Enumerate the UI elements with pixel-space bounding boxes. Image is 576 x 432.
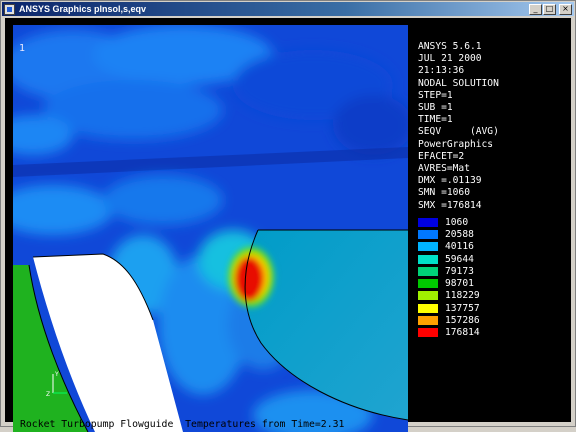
window-title: ANSYS Graphics plnsol,s,eqv (19, 4, 147, 14)
info-panel: ANSYS 5.6.1 JUL 21 2000 21:13:36 NODAL S… (418, 41, 499, 212)
legend-value: 20588 (445, 228, 474, 240)
minimize-button[interactable]: _ (529, 3, 542, 15)
legend-value: 118229 (445, 290, 480, 302)
legend-row: 157286 (418, 314, 480, 326)
app-icon (4, 3, 15, 15)
legend-value: 157286 (445, 315, 480, 327)
triad-y-label: Y (54, 371, 59, 378)
info-line: JUL 21 2000 (418, 53, 482, 65)
legend-swatch (418, 279, 438, 289)
legend-value: 40116 (445, 241, 474, 253)
legend-swatch (418, 316, 438, 326)
plot-caption: Rocket Turbopump Flowguide Temperatures … (20, 419, 345, 430)
window-controls: _ □ × (528, 3, 572, 15)
info-line: 21:13:36 (418, 65, 465, 77)
info-line: SMX =176814 (418, 199, 482, 211)
triad-z-label: Z (46, 391, 50, 398)
legend-row: 98701 (418, 277, 480, 289)
info-line: SMN =1060 (418, 187, 470, 199)
legend-row: 137757 (418, 302, 480, 314)
info-line: STEP=1 (418, 89, 453, 101)
info-line: AVRES=Mat (418, 163, 470, 175)
graphics-canvas[interactable]: 1 ANSYS 5.6.1 JUL 21 2000 21:13:36 NODAL… (5, 18, 571, 432)
legend-value: 59644 (445, 253, 474, 265)
legend-value: 79173 (445, 265, 474, 277)
legend-value: 98701 (445, 278, 474, 290)
ansys-graphics-window: ANSYS Graphics plnsol,s,eqv _ □ × 1 ANSY… (0, 0, 576, 432)
legend-row: 40116 (418, 241, 480, 253)
legend-row: 1060 (418, 216, 480, 228)
legend-row: 79173 (418, 265, 480, 277)
legend-swatch (418, 229, 438, 239)
axis-triad: Y Z (46, 371, 67, 398)
legend-row: 20588 (418, 228, 480, 240)
legend-swatch (418, 303, 438, 313)
info-line: EFACET=2 (418, 150, 465, 162)
info-line: TIME=1 (418, 114, 453, 126)
info-line: NODAL SOLUTION (418, 77, 499, 89)
viewport-number: 1 (19, 43, 26, 54)
contour-legend: 1060 20588 40116 59644 79173 98701 118229 13775… (418, 216, 480, 339)
info-line: SEQV (AVG) (418, 126, 499, 138)
legend-row: 118229 (418, 290, 480, 302)
info-line: DMX =.01139 (418, 175, 482, 187)
legend-row: 59644 (418, 253, 480, 265)
legend-swatch (418, 254, 438, 264)
legend-swatch (418, 266, 438, 276)
legend-value: 176814 (445, 327, 480, 339)
close-button[interactable]: × (559, 3, 572, 15)
info-line: PowerGraphics (418, 138, 494, 150)
legend-swatch (418, 217, 438, 227)
legend-swatch (418, 242, 438, 252)
legend-value: 1060 (445, 216, 469, 228)
legend-swatch (418, 328, 438, 338)
legend-value: 137757 (445, 302, 480, 314)
info-line: ANSYS 5.6.1 (418, 41, 482, 52)
info-line: SUB =1 (418, 102, 453, 114)
legend-row: 176814 (418, 327, 480, 339)
legend-swatch (418, 291, 438, 301)
maximize-button[interactable]: □ (543, 3, 556, 15)
title-bar[interactable]: ANSYS Graphics plnsol,s,eqv _ □ × (2, 2, 574, 16)
